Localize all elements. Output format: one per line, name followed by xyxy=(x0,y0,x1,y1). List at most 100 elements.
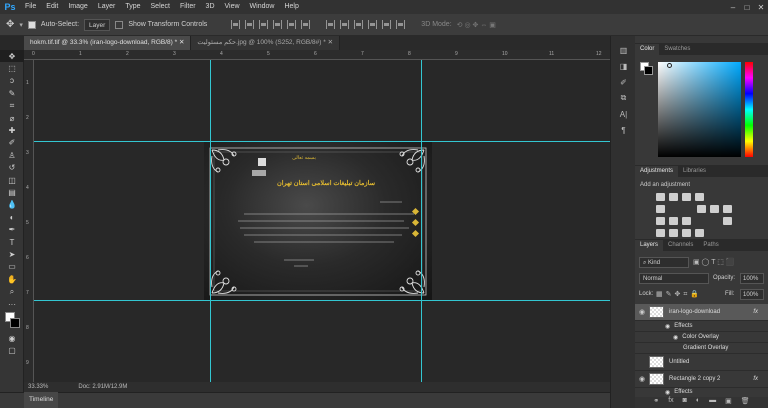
curves-icon[interactable] xyxy=(682,193,691,201)
brush-tool-icon[interactable]: ✐ xyxy=(0,137,24,149)
tab-hokm[interactable]: hokm.tif.tif @ 33.3% (iran-logo-download… xyxy=(24,36,192,50)
align-top-icon[interactable] xyxy=(231,20,241,29)
clone-stamp-icon[interactable]: ♙ xyxy=(0,149,24,161)
color-balance-icon[interactable] xyxy=(710,205,719,213)
new-adjustment-icon[interactable]: ◐ xyxy=(696,397,700,408)
3d-rotate-icon[interactable]: ⟲ ◎ ✥ ⇔ ▣ xyxy=(457,21,496,29)
new-group-icon[interactable]: ▬ xyxy=(709,397,716,408)
delete-layer-icon[interactable]: 🗑 xyxy=(741,397,750,408)
menu-image[interactable]: Image xyxy=(63,0,92,14)
crop-tool-icon[interactable]: ⌗ xyxy=(0,100,24,112)
tab-channels[interactable]: Channels xyxy=(663,240,698,251)
tab-close-icon[interactable]: ✕ xyxy=(328,39,333,46)
eye-icon[interactable]: ◉ xyxy=(665,389,670,396)
photo-filter-icon[interactable] xyxy=(656,217,665,225)
history-brush-icon[interactable]: ↺ xyxy=(0,162,24,174)
properties-panel-icon[interactable]: ◨ xyxy=(611,58,636,74)
path-select-icon[interactable]: ➤ xyxy=(0,248,24,260)
guide-vertical-right[interactable] xyxy=(421,60,422,382)
menu-window[interactable]: Window xyxy=(245,0,280,14)
add-style-icon[interactable]: fx xyxy=(668,397,673,408)
selective-color-icon[interactable] xyxy=(695,229,704,237)
opacity-input[interactable]: 100% xyxy=(740,273,764,284)
align-right-icon[interactable] xyxy=(301,20,311,29)
menu-3d[interactable]: 3D xyxy=(201,0,220,14)
layer-effect-row[interactable]: Gradient Overlay xyxy=(635,343,768,354)
layer-row[interactable]: ◉ Rectangle 2 copy 2 fx xyxy=(635,371,768,388)
menu-view[interactable]: View xyxy=(220,0,245,14)
tab-color[interactable]: Color xyxy=(635,44,660,55)
eraser-tool-icon[interactable]: ◫ xyxy=(0,174,24,186)
levels-icon[interactable] xyxy=(669,193,678,201)
distribute-bottom-icon[interactable] xyxy=(354,20,364,29)
screen-mode-icon[interactable]: ▢ xyxy=(0,345,24,357)
link-layers-icon[interactable]: ⚭ xyxy=(653,397,659,408)
tab-layers[interactable]: Layers xyxy=(635,240,664,251)
auto-select-dropdown[interactable]: Layer xyxy=(84,18,111,31)
move-tool-icon[interactable]: ✥ xyxy=(6,19,14,30)
gradient-tool-icon[interactable]: ▤ xyxy=(0,186,24,198)
lock-icons[interactable]: ▦✎✥⌗🔒 xyxy=(656,290,702,299)
shape-tool-icon[interactable]: ▭ xyxy=(0,261,24,273)
tab-paths[interactable]: Paths xyxy=(698,240,723,251)
blur-tool-icon[interactable]: 💧 xyxy=(0,199,24,211)
menu-file[interactable]: File xyxy=(20,0,41,14)
more-tools-icon[interactable]: ··· xyxy=(0,298,24,310)
transform-controls-checkbox[interactable] xyxy=(115,20,124,29)
threshold-icon[interactable] xyxy=(669,229,678,237)
menu-edit[interactable]: Edit xyxy=(41,0,63,14)
guide-vertical-left[interactable] xyxy=(210,60,211,382)
fill-input[interactable]: 100% xyxy=(740,289,764,300)
gradient-map-icon[interactable] xyxy=(682,229,691,237)
lasso-tool-icon[interactable]: ↄ xyxy=(0,75,24,87)
guide-horizontal-top[interactable] xyxy=(34,141,631,142)
maximize-icon[interactable]: □ xyxy=(740,3,754,12)
eye-icon[interactable]: ◉ xyxy=(673,334,678,341)
menu-help[interactable]: Help xyxy=(279,0,303,14)
align-bottom-icon[interactable] xyxy=(259,20,269,29)
healing-brush-icon[interactable]: ✚ xyxy=(0,124,24,136)
layer-row[interactable]: ◉ iran-logo-download fx xyxy=(635,304,768,321)
layer-row[interactable]: Untitled xyxy=(635,354,768,371)
brush-panel-icon[interactable]: ✐ xyxy=(611,74,636,90)
type-tool-icon[interactable]: T xyxy=(0,236,24,248)
distribute-hcenter-icon[interactable] xyxy=(382,20,392,29)
auto-select-checkbox[interactable] xyxy=(27,20,36,29)
fg-bg-swatch[interactable] xyxy=(640,62,653,75)
layer-effects-row[interactable]: ◉ Effects xyxy=(635,321,768,332)
menu-filter[interactable]: Filter xyxy=(175,0,201,14)
blend-mode-dropdown[interactable]: Normal xyxy=(639,273,709,284)
move-tool-icon[interactable]: ✥ xyxy=(0,50,24,63)
hue-slider[interactable] xyxy=(745,62,753,157)
distribute-top-icon[interactable] xyxy=(326,20,336,29)
tab-second-doc[interactable]: حکم مسئولیت.jpg @ 100% (S252, RGB/8#) * … xyxy=(191,36,341,50)
align-vcenter-icon[interactable] xyxy=(245,20,255,29)
black-white-icon[interactable] xyxy=(723,205,732,213)
hue-saturation-icon[interactable] xyxy=(697,205,706,213)
exposure-icon[interactable] xyxy=(695,193,704,201)
guide-horizontal-bottom[interactable] xyxy=(34,300,631,301)
tool-preset-icon[interactable]: ▾ xyxy=(19,21,23,29)
layer-effect-row[interactable]: ◉ Color Overlay xyxy=(635,332,768,343)
align-hcenter-icon[interactable] xyxy=(287,20,297,29)
color-picker-cursor[interactable] xyxy=(667,63,672,68)
paragraph-panel-icon[interactable]: ¶ xyxy=(611,122,636,138)
layer-filter-icons[interactable]: ▣ ◯ T ⬚ ⬛ xyxy=(693,258,735,266)
fx-icon[interactable]: fx xyxy=(753,309,758,315)
minimize-icon[interactable]: – xyxy=(726,3,740,12)
color-swatches[interactable] xyxy=(0,310,23,332)
quick-select-tool-icon[interactable]: ✎ xyxy=(0,87,24,99)
add-mask-icon[interactable]: ◙ xyxy=(683,397,687,408)
tab-libraries[interactable]: Libraries xyxy=(678,166,711,177)
clone-source-icon[interactable]: ⧉ xyxy=(611,90,636,106)
align-left-icon[interactable] xyxy=(273,20,283,29)
menu-select[interactable]: Select xyxy=(146,0,175,14)
posterize-icon[interactable] xyxy=(656,229,665,237)
distribute-vcenter-icon[interactable] xyxy=(340,20,350,29)
menu-layer[interactable]: Layer xyxy=(93,0,121,14)
distribute-right-icon[interactable] xyxy=(396,20,406,29)
document-image[interactable]: بسمه تعالی سازمان تبلیغات اسلامی استان ت… xyxy=(204,142,432,301)
eye-icon[interactable]: ◉ xyxy=(635,308,649,316)
background-color-swatch[interactable] xyxy=(644,66,653,75)
eyedropper-tool-icon[interactable]: ⌀ xyxy=(0,112,24,124)
